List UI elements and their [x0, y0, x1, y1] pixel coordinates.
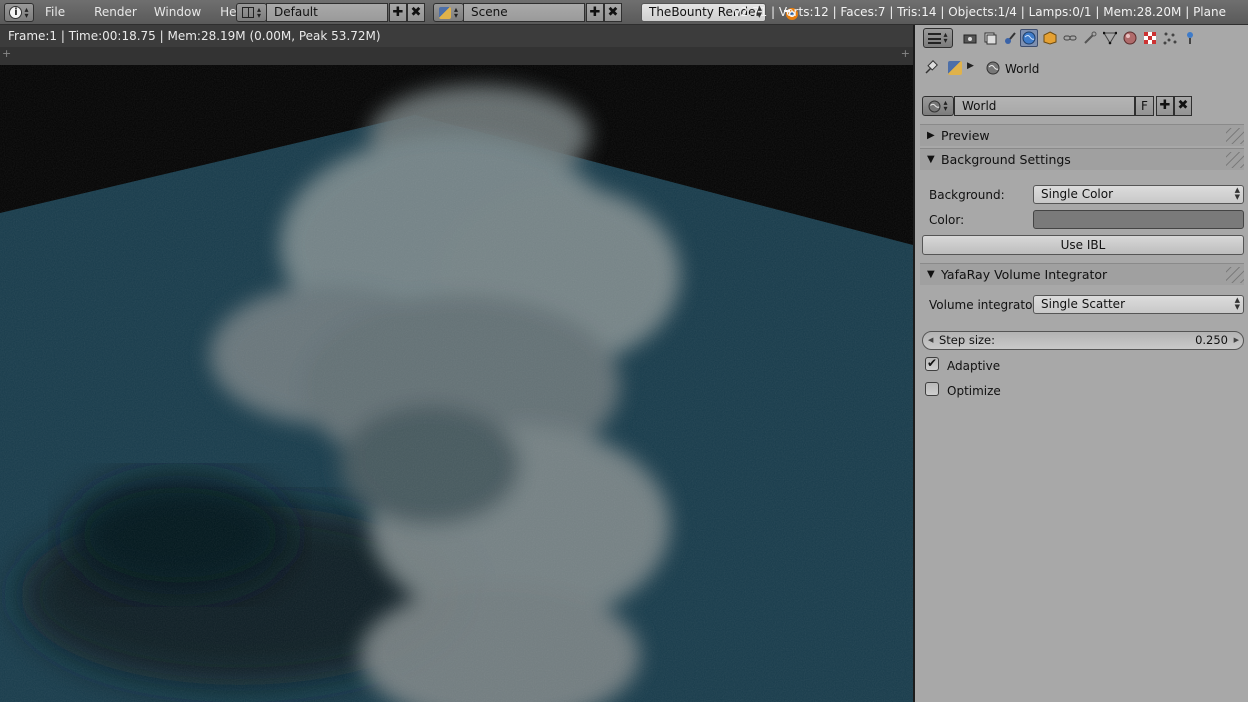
chevron-right-icon[interactable]: ▶ [1234, 332, 1239, 349]
adaptive-checkbox[interactable]: ✔ [925, 356, 939, 371]
background-color-swatch[interactable] [1033, 210, 1244, 229]
panel-preview-title: Preview [941, 128, 990, 143]
properties-editor: ▴ ▾ ▶ World ▴ ▾ World F ✚ ✖ ▶ Preview ▼ Ba… [915, 25, 1248, 702]
menu-file[interactable]: File [38, 0, 72, 25]
chevron-updown-icon: ▴ ▾ [256, 4, 261, 20]
triangle-down-icon: ▼ [927, 269, 935, 280]
world-browse-button[interactable]: ▴ ▾ [922, 96, 954, 116]
panel-volume-integrator-header[interactable]: ▼ YafaRay Volume Integrator [920, 263, 1244, 285]
plus-icon: ✚ [1159, 98, 1171, 113]
step-size-value: 0.250 [1195, 333, 1228, 347]
fake-user-button[interactable]: F [1135, 96, 1154, 116]
unlink-world-button[interactable]: ✖ [1174, 96, 1192, 116]
background-type-dropdown[interactable]: Single Color ▲ ▼ [1033, 185, 1244, 204]
info-editor-type-button[interactable]: i ▴ ▾ [4, 3, 34, 22]
close-icon: ✖ [1177, 98, 1189, 113]
panel-drag-handle[interactable] [1226, 128, 1244, 144]
scene-icon [948, 61, 962, 75]
scene-stats: v2.71 | Verts:12 | Faces:7 | Tris:14 | O… [733, 5, 1226, 19]
properties-editor-type-button[interactable]: ▴ ▾ [923, 28, 953, 48]
menu-window[interactable]: Window [144, 0, 208, 25]
world-tab-icon[interactable] [1020, 29, 1038, 47]
pin-icon[interactable] [923, 60, 939, 76]
image-editor-render-view[interactable]: Frame:1 | Time:00:18.75 | Mem:28.19M (0.… [0, 25, 913, 702]
top-header-bar: i ▴ ▾ File Render Window Help ▴ ▾ Default … [0, 0, 1248, 25]
optimize-label: Optimize [947, 384, 1001, 398]
panel-volume-integrator-title: YafaRay Volume Integrator [941, 267, 1108, 282]
step-size-label: Step size: [939, 333, 996, 347]
color-label: Color: [929, 213, 965, 227]
background-label: Background: [929, 188, 1005, 202]
step-size-slider[interactable]: ◀ Step size: 0.250 ▶ [922, 331, 1244, 350]
remove-scene-button[interactable]: ✖ [604, 3, 622, 22]
plus-icon: + [2, 47, 12, 60]
context-breadcrumb-world: World [1005, 62, 1040, 76]
close-icon: ✖ [607, 5, 619, 20]
volume-integrator-label: Volume integrator: [929, 298, 1042, 312]
volume-integrator-dropdown[interactable]: Single Scatter ▲ ▼ [1033, 295, 1244, 314]
properties-icon [928, 32, 942, 44]
plus-icon: ✚ [392, 5, 404, 20]
chevron-left-icon[interactable]: ◀ [928, 332, 933, 349]
chevron-updown-icon: ▴ ▾ [24, 4, 29, 20]
constraints-tab-icon[interactable] [1061, 29, 1079, 47]
object-tab-icon[interactable] [1041, 29, 1059, 47]
optimize-checkbox[interactable] [925, 382, 939, 396]
chevron-updown-icon: ▲ ▼ [1234, 186, 1240, 201]
world-icon [986, 61, 1000, 75]
plus-icon: + [900, 47, 910, 60]
scene-icon [438, 6, 451, 19]
particles-tab-icon[interactable] [1161, 29, 1179, 47]
use-ibl-button[interactable]: Use IBL [922, 235, 1244, 255]
close-icon: ✖ [410, 5, 422, 20]
screen-layout-icon [241, 7, 254, 18]
modifiers-tab-icon[interactable] [1081, 29, 1099, 47]
screen-layout-field[interactable]: Default [266, 3, 388, 22]
render-scroll-strip: + + [0, 47, 913, 65]
volume-integrator-value: Single Scatter [1041, 297, 1125, 311]
adaptive-label: Adaptive [947, 359, 1001, 373]
panel-drag-handle[interactable] [1226, 152, 1244, 168]
menu-render[interactable]: Render [72, 0, 144, 25]
chevron-updown-icon: ▴ ▾ [943, 30, 948, 45]
panel-background-settings-title: Background Settings [941, 152, 1071, 167]
render-info-line: Frame:1 | Time:00:18.75 | Mem:28.19M (0.… [0, 25, 913, 47]
texture-tab-icon[interactable] [1141, 29, 1159, 47]
world-name-field[interactable]: World [954, 96, 1135, 116]
chevron-updown-icon: ▲ ▼ [1234, 296, 1240, 311]
panel-background-settings-header[interactable]: ▼ Background Settings [920, 148, 1244, 170]
add-screen-button[interactable]: ✚ [389, 3, 407, 22]
render-result-image [0, 65, 913, 702]
triangle-right-icon: ▶ [927, 130, 935, 141]
chevron-updown-icon: ▴ ▾ [943, 98, 948, 113]
chevron-right-icon: ▶ [967, 61, 974, 71]
scene-tab-icon[interactable] [1001, 29, 1019, 47]
scene-field[interactable]: Scene [463, 3, 585, 22]
scene-browse-button[interactable]: ▴ ▾ [433, 3, 464, 22]
physics-tab-icon[interactable] [1181, 29, 1199, 47]
new-world-button[interactable]: ✚ [1156, 96, 1174, 116]
triangle-down-icon: ▼ [927, 154, 935, 165]
background-type-value: Single Color [1041, 187, 1114, 201]
panel-drag-handle[interactable] [1226, 267, 1244, 283]
info-icon: i [9, 6, 23, 19]
world-icon [928, 100, 941, 113]
material-tab-icon[interactable] [1121, 29, 1139, 47]
plus-icon: ✚ [589, 5, 601, 20]
checkmark-icon: ✔ [927, 356, 938, 370]
add-scene-button[interactable]: ✚ [586, 3, 604, 22]
render-tab-icon[interactable] [961, 29, 979, 47]
main-menu: File Render Window Help [38, 0, 255, 25]
remove-screen-button[interactable]: ✖ [407, 3, 425, 22]
render-layers-tab-icon[interactable] [981, 29, 999, 47]
panel-preview-header[interactable]: ▶ Preview [920, 124, 1244, 146]
screen-layout-browse-button[interactable]: ▴ ▾ [236, 3, 267, 22]
data-tab-icon[interactable] [1101, 29, 1119, 47]
chevron-updown-icon: ▴ ▾ [453, 4, 458, 20]
